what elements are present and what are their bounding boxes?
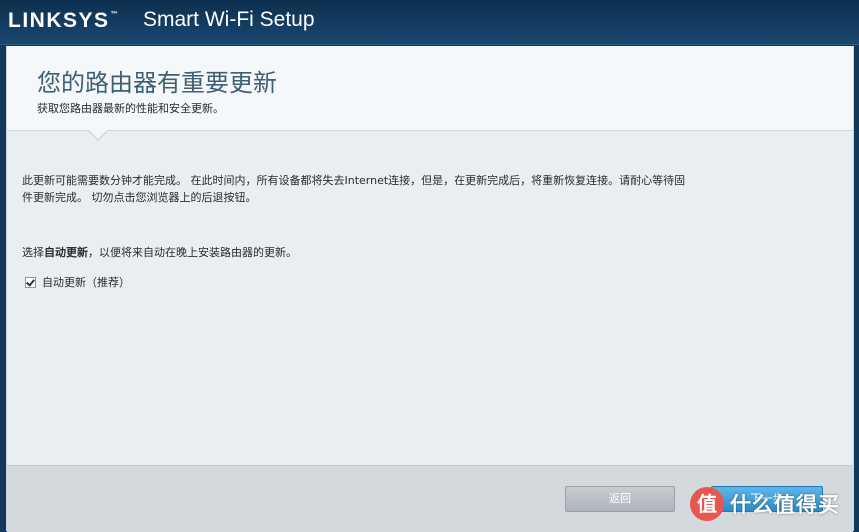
app-title: Smart Wi-Fi Setup xyxy=(143,8,315,31)
watermark-text: 什么值得买 xyxy=(730,493,840,517)
auto-update-description: 选择自动更新，以便将来自动在晚上安装路由器的更新。 xyxy=(22,244,297,260)
auto-update-option[interactable]: 自动更新（推荐） xyxy=(25,274,130,290)
trademark-symbol: ™ xyxy=(110,11,118,18)
app-header-bar: LINKSYS™ Smart Wi-Fi Setup xyxy=(0,0,859,45)
header-notch xyxy=(89,130,107,139)
site-watermark: 值 什么值得买 xyxy=(690,480,855,528)
auto-update-prefix: 选择 xyxy=(22,246,44,259)
brand-name: LINKSYS xyxy=(8,9,110,32)
linksys-logo: LINKSYS™ xyxy=(8,9,118,33)
page-title: 您的路由器有重要更新 xyxy=(37,69,277,97)
auto-update-bold: 自动更新 xyxy=(44,246,88,259)
watermark-logo-icon: 值 xyxy=(690,487,724,521)
auto-update-checkbox-label[interactable]: 自动更新（推荐） xyxy=(42,274,130,290)
panel-header: 您的路由器有重要更新 获取您路由器最新的性能和安全更新。 xyxy=(7,46,853,131)
update-info-text: 此更新可能需要数分钟才能完成。 在此时间内，所有设备都将失去Internet连接… xyxy=(22,174,686,204)
auto-update-checkbox[interactable] xyxy=(25,276,36,288)
back-button[interactable]: 返回 xyxy=(565,486,675,512)
update-panel: 您的路由器有重要更新 获取您路由器最新的性能和安全更新。 此更新可能需要数分钟才… xyxy=(6,46,854,532)
auto-update-suffix: ，以便将来自动在晚上安装路由器的更新。 xyxy=(88,246,297,259)
page-subtitle: 获取您路由器最新的性能和安全更新。 xyxy=(37,102,224,115)
